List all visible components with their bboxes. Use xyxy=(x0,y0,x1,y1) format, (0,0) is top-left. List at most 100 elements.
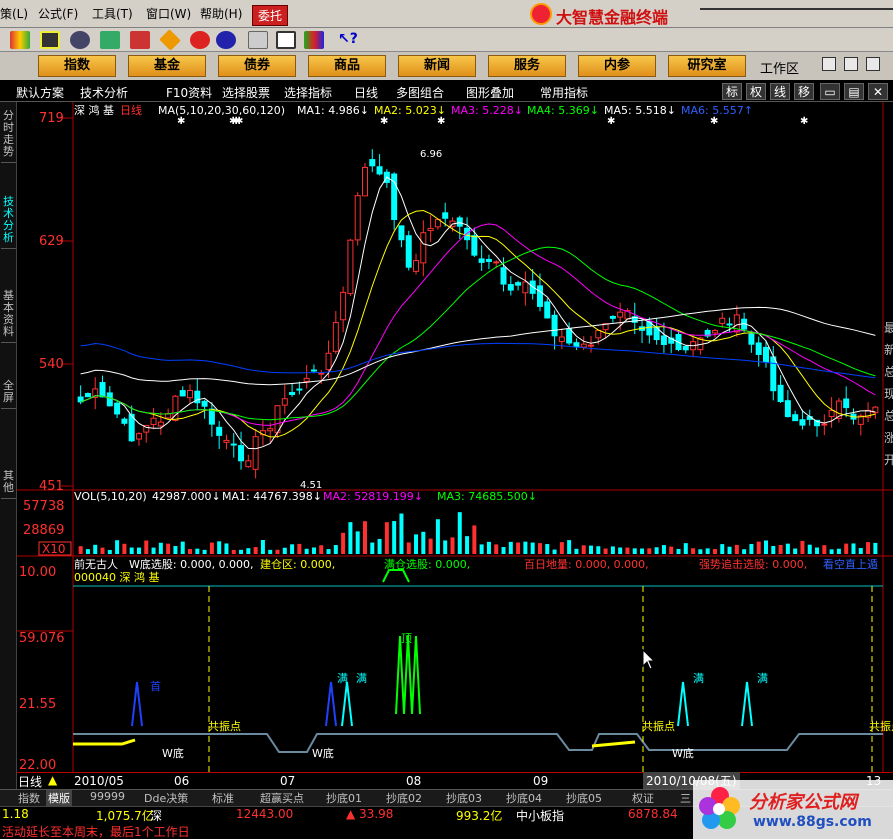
tab-f10[interactable]: F10资料 xyxy=(166,84,212,101)
workspace-minimize-icon[interactable] xyxy=(822,57,836,71)
tab-multi-chart[interactable]: 多图组合 xyxy=(396,84,444,101)
tab-three[interactable]: 三 xyxy=(680,790,691,806)
candle-body xyxy=(566,328,573,344)
volume-bar xyxy=(589,545,594,554)
chart-area[interactable]: 719 629 540 451 深 鸿 基 日线 MA(5,10,20,30,6… xyxy=(17,102,893,772)
right-edge-char: 总 xyxy=(884,365,893,379)
candle-body xyxy=(252,436,259,470)
alert-icon[interactable] xyxy=(130,31,150,49)
volume-bar xyxy=(275,549,280,554)
tab-bottom01[interactable]: 抄底01 xyxy=(326,790,362,806)
tab-bottom05[interactable]: 抄底05 xyxy=(566,790,602,806)
full-label-1: 满 xyxy=(337,672,348,685)
volume-bar xyxy=(333,545,338,554)
volume-bar xyxy=(268,549,273,554)
f10-blue-icon[interactable] xyxy=(216,31,236,49)
toggle-rights[interactable]: 权 xyxy=(746,83,766,100)
ind-full-select: 满仓选股: 0.000, xyxy=(384,557,470,571)
tab-bottom03[interactable]: 抄底03 xyxy=(446,790,482,806)
books-icon[interactable] xyxy=(304,31,324,49)
volume-bar xyxy=(136,547,141,554)
nav-commodity-button[interactable]: 商品 xyxy=(308,55,386,77)
tab-super-buy[interactable]: 超赢买点 xyxy=(260,790,304,806)
help-arrow-icon[interactable]: ↖? xyxy=(338,31,358,49)
sidebar-tab-basic[interactable]: 基本资料 xyxy=(1,286,16,343)
entrust-button[interactable]: 委托 xyxy=(252,5,289,26)
sidebar-tab-tech[interactable]: 技术分析 xyxy=(1,192,16,249)
tab-daily[interactable]: 日线 xyxy=(354,84,378,101)
candle-body xyxy=(289,392,296,395)
candle-body xyxy=(281,398,288,406)
resonance-label-3: 共振点 xyxy=(869,719,893,733)
flag-icon[interactable] xyxy=(10,31,30,49)
tab-bottom02[interactable]: 抄底02 xyxy=(386,790,422,806)
ma1-value: MA1: 4.986↓ xyxy=(297,104,369,117)
candle-body xyxy=(398,225,405,241)
toggle-move[interactable]: 移 xyxy=(794,83,814,100)
window-icon[interactable] xyxy=(276,31,296,49)
volume-bar xyxy=(166,543,171,554)
tab-overlay[interactable]: 图形叠加 xyxy=(466,84,514,101)
diamond-icon[interactable] xyxy=(159,29,181,51)
close-chart-icon[interactable]: ✕ xyxy=(868,83,888,100)
f10-red-icon[interactable] xyxy=(190,31,210,49)
menu-strategy[interactable]: 策(L) xyxy=(0,5,28,22)
document-icon[interactable] xyxy=(248,31,268,49)
price-tick-719: 719 xyxy=(39,111,64,126)
flower-logo-icon xyxy=(699,787,740,829)
nav-bond-button[interactable]: 债券 xyxy=(218,55,296,77)
candle-body xyxy=(507,284,514,291)
menu-window[interactable]: 窗口(W) xyxy=(146,5,191,22)
bell-icon[interactable] xyxy=(100,31,120,49)
signal-spike xyxy=(131,681,143,727)
indicator-tabstrip: 默认方案 技术分析 F10资料 选择股票 选择指标 日线 多图组合 图形叠加 常… xyxy=(0,80,893,102)
nav-fund-button[interactable]: 基金 xyxy=(128,55,206,77)
tab-index[interactable]: 指数 xyxy=(18,790,40,806)
tab-default-scheme[interactable]: 默认方案 xyxy=(16,84,64,101)
layout-icon[interactable] xyxy=(40,31,60,49)
signal-spike xyxy=(741,681,753,727)
chart-settings-icon[interactable]: ▤ xyxy=(844,83,864,100)
menu-help[interactable]: 帮助(H) xyxy=(200,5,242,22)
nav-index-button[interactable]: 指数 xyxy=(38,55,116,77)
candle-body xyxy=(99,382,106,398)
tab-warrant[interactable]: 权证 xyxy=(632,790,654,806)
tab-tech-analysis[interactable]: 技术分析 xyxy=(80,84,128,101)
tab-99999[interactable]: 99999 xyxy=(90,790,125,803)
candle-body xyxy=(318,372,325,375)
toggle-mark[interactable]: 标 xyxy=(722,83,742,100)
tab-select-stock[interactable]: 选择股票 xyxy=(222,84,270,101)
sidebar-tab-timeshare[interactable]: 分时走势 xyxy=(1,106,16,163)
volume-bar xyxy=(78,546,83,554)
menu-formula[interactable]: 公式(F) xyxy=(38,5,78,22)
candle-body xyxy=(726,323,733,326)
tab-bottom04[interactable]: 抄底04 xyxy=(506,790,542,806)
menu-tools[interactable]: 工具(T) xyxy=(92,5,133,22)
workspace-restore-icon[interactable] xyxy=(844,57,858,71)
right-edge-char: 总 xyxy=(884,409,893,423)
period-indicator[interactable]: 日线 xyxy=(18,773,42,790)
right-edge-char: 新 xyxy=(884,342,893,357)
volume-bar xyxy=(297,543,302,554)
tab-standard[interactable]: 标准 xyxy=(212,790,234,806)
sidebar-tab-other[interactable]: 其他 xyxy=(1,466,16,499)
binoculars-icon[interactable] xyxy=(70,31,90,49)
watermark: 分析家公式网 www.88gs.com xyxy=(693,780,893,839)
workspace-close-icon[interactable] xyxy=(866,57,880,71)
candle-body xyxy=(354,195,361,241)
period-label: 日线 xyxy=(120,103,142,117)
nav-service-button[interactable]: 服务 xyxy=(488,55,566,77)
tab-dde[interactable]: Dde决策 xyxy=(144,790,188,806)
toggle-line[interactable]: 线 xyxy=(770,83,790,100)
tab-select-indicator[interactable]: 选择指标 xyxy=(284,84,332,101)
nav-research-button[interactable]: 研究室 xyxy=(668,55,746,77)
nav-insider-button[interactable]: 内参 xyxy=(578,55,656,77)
nav-news-button[interactable]: 新闻 xyxy=(398,55,476,77)
triangle-up-icon[interactable]: ▲ xyxy=(48,773,57,787)
window-restore-icon[interactable]: ▭ xyxy=(820,83,840,100)
workspace-label[interactable]: 工作区 xyxy=(760,58,799,77)
tab-common-indicator[interactable]: 常用指标 xyxy=(540,84,588,101)
volume-bar xyxy=(822,545,827,554)
sidebar-tab-fullscreen[interactable]: 全屏 xyxy=(1,376,16,409)
tab-template[interactable]: 模版 xyxy=(46,790,72,806)
